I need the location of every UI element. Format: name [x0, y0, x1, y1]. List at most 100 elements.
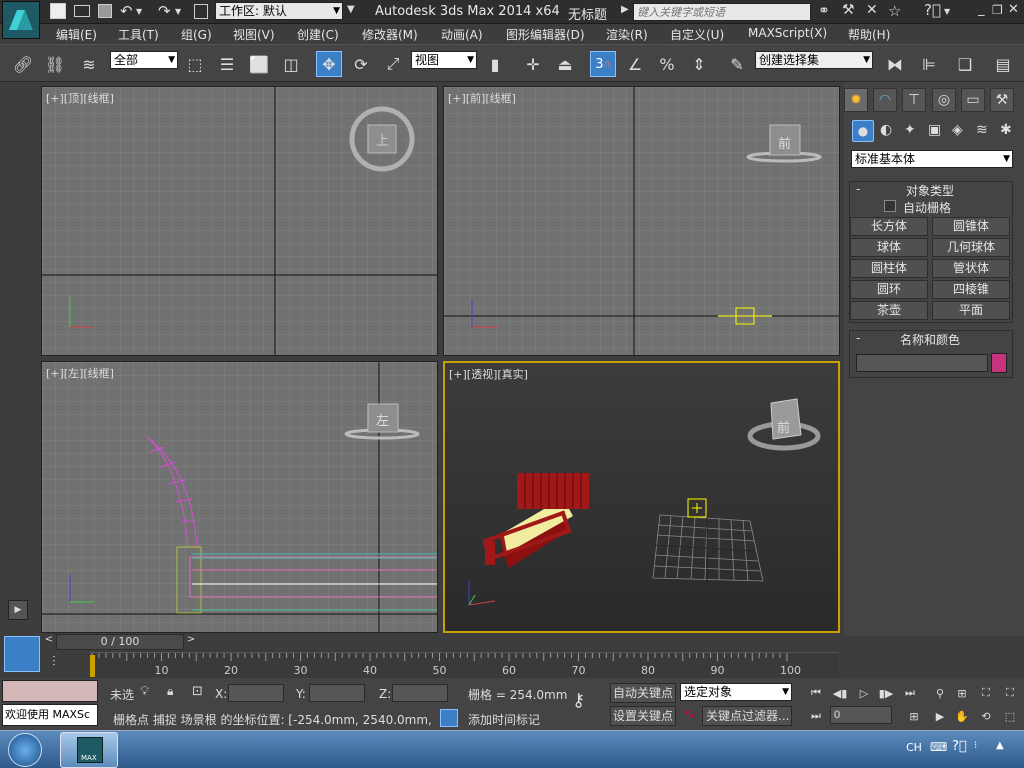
viewport-left[interactable]: [+][左][线框] 左 [41, 361, 438, 633]
close-icon[interactable]: ✕ [1008, 2, 1019, 17]
window-crossing-icon[interactable]: ◫ [278, 51, 304, 77]
menu-modifiers[interactable]: 修改器(M) [362, 26, 418, 43]
viewport-front[interactable]: [+][前][线框] 前 [443, 86, 840, 356]
align-icon[interactable]: ⊫ [916, 51, 942, 77]
help-icon[interactable]: ?⃝ [924, 1, 941, 19]
time-configuration-icon[interactable]: ⊞ [904, 707, 924, 725]
utilities-tab-icon[interactable]: ⚒ [990, 88, 1014, 112]
plane-button[interactable]: 平面 [932, 301, 1010, 320]
percent-snap-icon[interactable]: % [654, 51, 680, 77]
show-hidden-icons-icon[interactable]: ▲ [996, 740, 1004, 751]
select-scale-icon[interactable]: ⤢ [380, 51, 406, 77]
object-type-rollout-title[interactable]: 对象类型 [906, 182, 954, 199]
zoom-all-icon[interactable]: ⊞ [952, 684, 972, 702]
shapes-category-icon[interactable]: ◐ [880, 122, 892, 138]
viewcube-left-label[interactable]: 左 [376, 410, 389, 429]
object-name-field[interactable] [856, 354, 988, 372]
restore-icon[interactable]: ❐ [992, 3, 1003, 17]
link-icon[interactable]: 🔗︎ [10, 51, 36, 77]
rollout-collapse-icon[interactable]: - [856, 331, 860, 345]
space-warps-category-icon[interactable]: ≋ [976, 122, 988, 138]
add-time-tag[interactable]: 添加时间标记 [468, 711, 540, 728]
zoom-extents-all-icon[interactable]: ⛶ [1000, 684, 1020, 702]
viewport-layout-icon[interactable] [4, 636, 40, 672]
reference-coordinate-dropdown[interactable]: 视图 ▼ [411, 51, 477, 69]
mini-curve-editor-icon[interactable]: ⫶ [52, 654, 56, 670]
menu-create[interactable]: 创建(C) [297, 26, 339, 43]
maximize-viewport-icon[interactable]: ⬚ [1000, 707, 1020, 725]
project-folder-icon[interactable] [194, 4, 208, 19]
snaps-toggle-icon[interactable]: 3 ∩ [590, 51, 616, 77]
track-bar[interactable] [90, 652, 838, 678]
save-file-icon[interactable] [98, 4, 112, 18]
unlink-icon[interactable]: ⛓ [42, 51, 68, 77]
exchange-icon[interactable]: ✕ [866, 2, 878, 18]
input-language[interactable]: CH [906, 741, 922, 754]
help-dropdown-icon[interactable]: ▼ [944, 7, 950, 16]
teapot-button[interactable]: 茶壶 [850, 301, 928, 320]
menu-help[interactable]: 帮助(H) [848, 26, 890, 43]
tray-menu-icon[interactable]: ⁝ [974, 740, 977, 751]
set-key-button[interactable]: 设置关键点 [610, 706, 676, 726]
search-expand-icon[interactable]: ▶ [621, 4, 629, 15]
sphere-button[interactable]: 球体 [850, 238, 928, 257]
viewcube-perspective-label[interactable]: 前 [777, 417, 790, 436]
menu-maxscript[interactable]: MAXScript(X) [748, 26, 827, 40]
geosphere-button[interactable]: 几何球体 [932, 238, 1010, 257]
pyramid-button[interactable]: 四棱锥 [932, 280, 1010, 299]
hierarchy-tab-icon[interactable]: ⊤ [902, 88, 926, 112]
z-coordinate-field[interactable] [392, 684, 448, 702]
viewport-front-label[interactable]: [+][前][线框] [448, 90, 516, 106]
keyboard-icon[interactable]: ⌨ [930, 740, 947, 754]
minimize-icon[interactable]: _ [978, 2, 985, 17]
viewport-perspective-label[interactable]: [+][透视][真实] [449, 366, 528, 382]
viewport-perspective[interactable]: [+][透视][真实] 前 [443, 361, 840, 633]
time-slider-next-icon[interactable]: > [184, 634, 198, 650]
helpers-category-icon[interactable]: ◈ [952, 122, 963, 138]
geometry-category-icon[interactable]: ● [852, 120, 874, 142]
pan-view-icon[interactable]: ✋ [952, 707, 972, 725]
pivot-center-icon[interactable]: ▮ [482, 51, 508, 77]
field-of-view-icon[interactable]: ▶ [930, 707, 950, 725]
time-slider[interactable]: 0 / 100 [56, 634, 184, 650]
new-file-icon[interactable] [50, 3, 66, 19]
isolate-selection-icon[interactable]: 💡︎ [140, 684, 149, 699]
key-mode-icon[interactable]: ⏭ [806, 707, 826, 725]
named-selection-dropdown[interactable]: 创建选择集 ▼ [755, 51, 873, 69]
workspace-menu-icon[interactable]: ▼ [347, 4, 355, 15]
viewcube-top-label[interactable]: 上 [376, 130, 389, 149]
rectangular-selection-icon[interactable]: ⬜ [246, 51, 272, 77]
zoom-extents-icon[interactable]: ⛶ [976, 684, 996, 702]
menu-animation[interactable]: 动画(A) [441, 26, 483, 43]
menu-rendering[interactable]: 渲染(R) [606, 26, 648, 43]
menu-graph-editors[interactable]: 图形编辑器(D) [506, 26, 585, 43]
bind-space-warp-icon[interactable]: ≋ [76, 51, 102, 77]
geometry-type-dropdown[interactable]: 标准基本体 ▼ [851, 150, 1013, 168]
viewport-top[interactable]: [+][顶][线框] 上 [41, 86, 438, 356]
time-slider-marker[interactable] [90, 655, 95, 677]
search-input[interactable] [633, 3, 811, 21]
tube-button[interactable]: 管状体 [932, 259, 1010, 278]
undo-dropdown-icon[interactable]: ▼ [136, 7, 142, 16]
open-file-icon[interactable] [74, 5, 90, 17]
key-filters-button[interactable]: 关键点过滤器... [702, 706, 792, 726]
tools-icon[interactable]: ⚒ [842, 2, 855, 18]
cone-button[interactable]: 圆锥体 [932, 217, 1010, 236]
torus-button[interactable]: 圆环 [850, 280, 928, 299]
viewport-top-label[interactable]: [+][顶][线框] [46, 90, 114, 106]
select-object-icon[interactable]: ⬚ [182, 51, 208, 77]
time-slider-prev-icon[interactable]: < [42, 634, 56, 650]
select-by-name-icon[interactable]: ☰ [214, 51, 240, 77]
select-manipulate-icon[interactable]: ✛ [520, 51, 546, 77]
maxscript-listener[interactable]: 欢迎使用 MAXSc [2, 704, 98, 726]
undo-icon[interactable]: ↶ [120, 2, 133, 20]
angle-snap-icon[interactable]: ∠ [622, 51, 648, 77]
favorite-star-icon[interactable]: ☆ [888, 2, 901, 20]
menu-tools[interactable]: 工具(T) [118, 26, 159, 43]
taskbar-3dsmax-button[interactable]: MAX [60, 732, 118, 768]
menu-customize[interactable]: 自定义(U) [670, 26, 724, 43]
go-to-end-icon[interactable]: ⏭ [900, 684, 920, 702]
name-color-rollout-title[interactable]: 名称和颜色 [900, 331, 960, 348]
viewcube-front-label[interactable]: 前 [778, 133, 791, 152]
next-frame-icon[interactable]: ▮▶ [876, 684, 896, 702]
